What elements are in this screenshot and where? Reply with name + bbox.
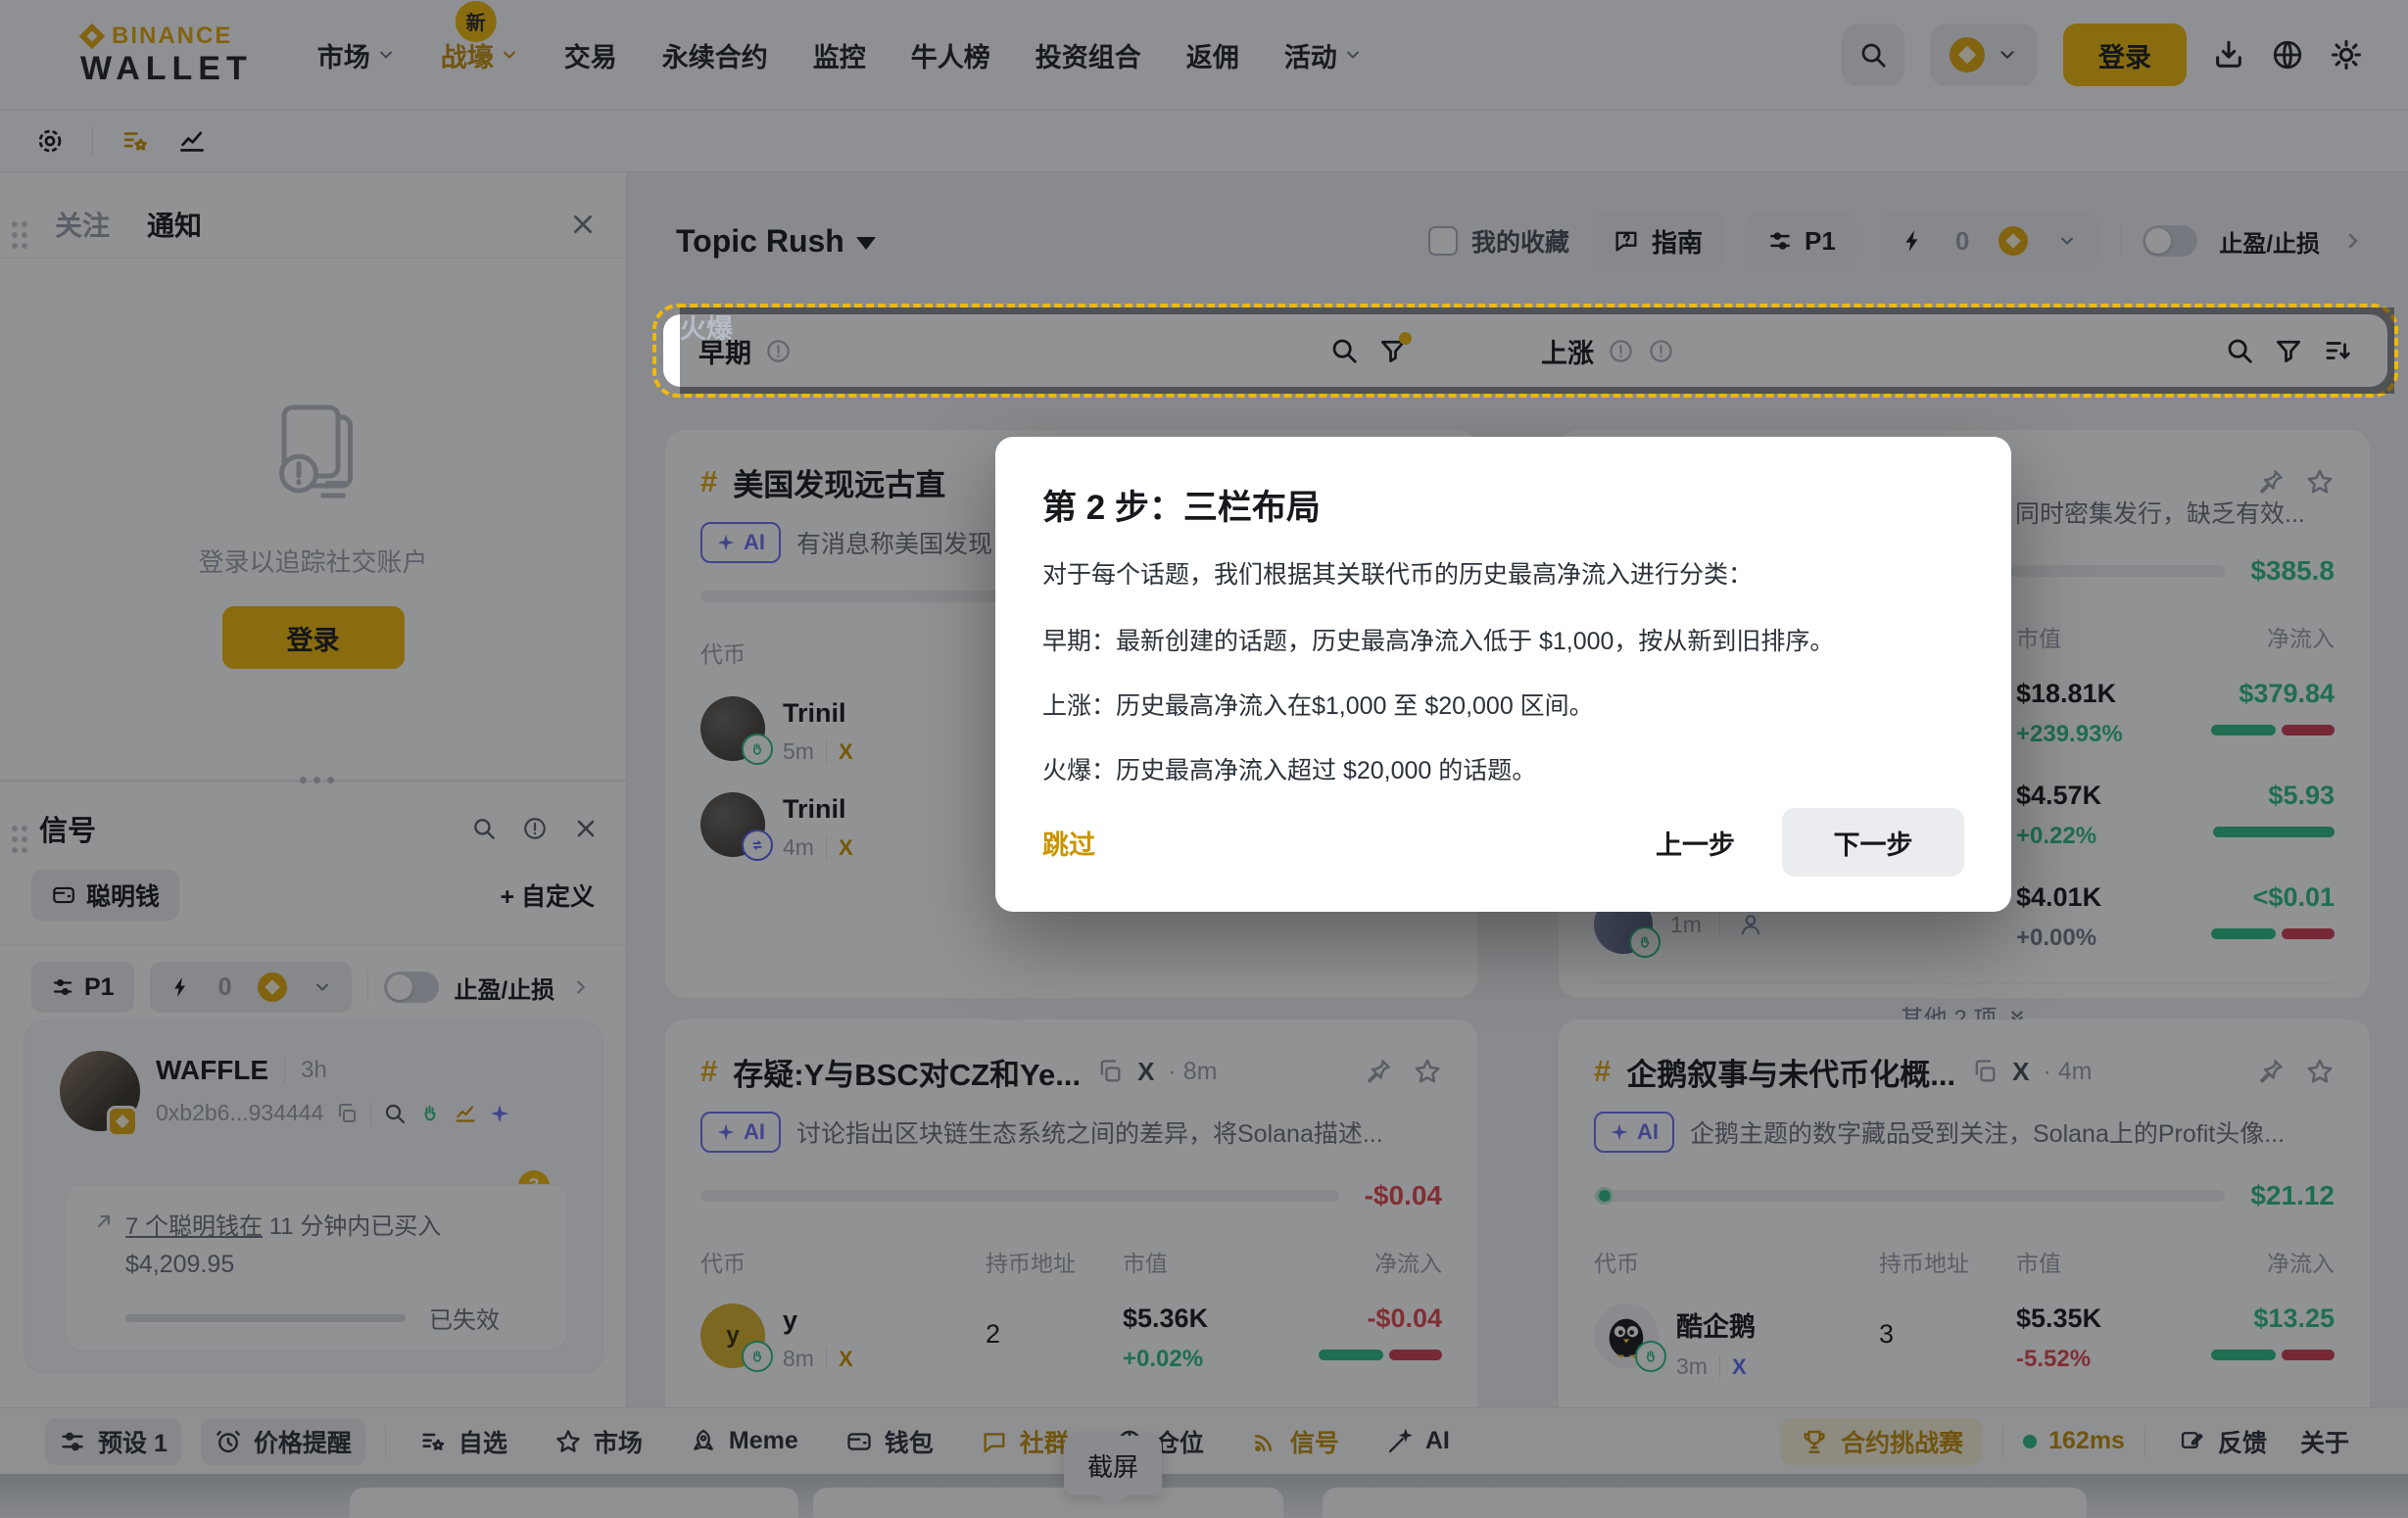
modal-line-rising: 上涨：历史最高净流入在$1,000 至 $20,000 区间。 [1042, 687, 1964, 722]
modal-intro: 对于每个话题，我们根据其关联代币的历史最高净流入进行分类： [1042, 559, 1964, 593]
app-window: BINANCE WALLET 市场 新战壕 交易 永续合约 监控 牛人榜 投资组… [0, 0, 2408, 1518]
tab-hot[interactable]: 火爆 [680, 308, 2394, 394]
next-step-button[interactable]: 下一步 [1782, 808, 1964, 877]
skip-button[interactable]: 跳过 [1042, 824, 1095, 862]
previous-step-button[interactable]: 上一步 [1656, 824, 1735, 862]
modal-line-early: 早期：最新创建的话题，历史最高净流入低于 $1,000，按从新到旧排序。 [1042, 622, 1964, 657]
onboarding-highlight: 早期 上涨 火爆 [652, 304, 2398, 398]
modal-title: 第 2 步：三栏布局 [1042, 480, 1964, 530]
onboarding-modal: 第 2 步：三栏布局 对于每个话题，我们根据其关联代币的历史最高净流入进行分类：… [995, 437, 2011, 912]
modal-line-hot: 火爆：历史最高净流入超过 $20,000 的话题。 [1042, 751, 1964, 786]
column-filter-bar: 早期 上涨 火爆 [663, 314, 2387, 387]
